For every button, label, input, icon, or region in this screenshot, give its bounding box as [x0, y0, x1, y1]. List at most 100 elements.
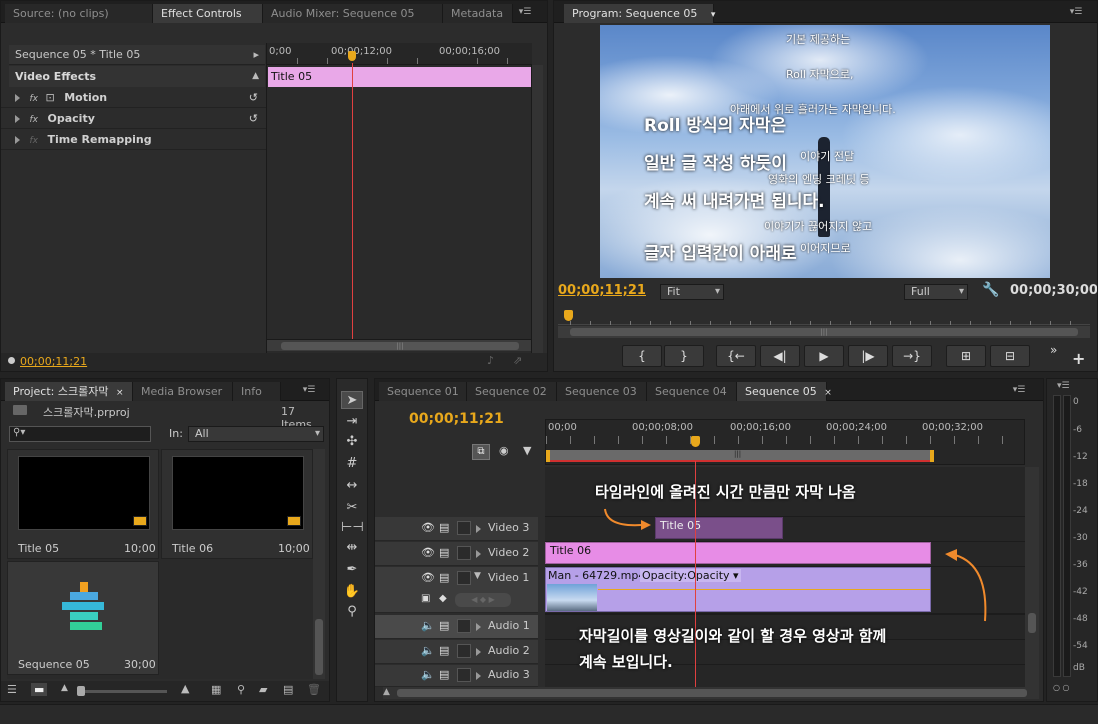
effect-scrollbar[interactable]: ||| [267, 339, 532, 351]
icon-view-icon[interactable]: ▬ [31, 683, 48, 696]
lock-box-icon[interactable] [457, 644, 471, 658]
program-zoom-scroll[interactable]: ||| [558, 326, 1090, 338]
playhead-marker-icon[interactable] [348, 51, 356, 61]
timeline-timecode[interactable]: 00;00;11;21 [409, 411, 504, 427]
tab-program[interactable]: Program: Sequence 05 ▾ [564, 4, 716, 23]
tab-project[interactable]: Project: 스크롤자막 × [5, 382, 133, 401]
speaker-icon[interactable]: 🔈 [421, 644, 435, 657]
tab-source[interactable]: Source: (no clips) [5, 4, 153, 23]
tab-audio-mixer[interactable]: Audio Mixer: Sequence 05 [263, 4, 443, 23]
new-bin-icon[interactable]: ▰ [259, 683, 267, 696]
zoom-in-icon[interactable]: ▲ [181, 682, 189, 695]
tab-metadata[interactable]: Metadata [443, 4, 513, 23]
mark-in-button[interactable]: { [622, 345, 662, 367]
panel-menu-icon[interactable]: ▾☰ [1009, 384, 1029, 396]
step-forward-button[interactable]: |▶ [848, 345, 888, 367]
zoom-out-icon[interactable]: ▲ [61, 683, 68, 693]
zoom-tool-icon[interactable]: ⚲ [341, 603, 363, 621]
step-back-button[interactable]: ◀| [760, 345, 800, 367]
work-area-bar[interactable]: ||| [546, 450, 934, 462]
opacity-rubberband[interactable] [598, 589, 930, 590]
reset-icon[interactable]: ↺ [249, 87, 258, 108]
project-vscroll[interactable] [313, 449, 325, 679]
solo-dots-icon[interactable]: ○ ○ [1053, 683, 1070, 692]
clip-title05[interactable]: Title 05 [655, 517, 783, 539]
keyframe-nav[interactable]: ◀ ◆ ▶ [455, 593, 511, 607]
rate-stretch-tool-icon[interactable]: ↔ [341, 477, 363, 495]
filmstrip-icon[interactable]: ▤ [439, 644, 449, 657]
trash-icon[interactable]: 🗑 [307, 683, 321, 696]
effect-clip-bar[interactable]: Title 05 [268, 67, 531, 87]
mark-out-button[interactable]: } [664, 345, 704, 367]
snap-icon[interactable]: ⧉ [472, 444, 490, 460]
disclosure-triangle-icon[interactable] [15, 115, 20, 123]
lock-box-icon[interactable] [457, 571, 471, 585]
panel-menu-icon[interactable]: ▾☰ [299, 384, 319, 396]
lock-box-icon[interactable] [457, 619, 471, 633]
project-search-input[interactable]: ⚲▾ [9, 426, 151, 442]
tab-media-browser[interactable]: Media Browser [133, 382, 233, 401]
new-item-icon[interactable]: ▤ [283, 683, 293, 696]
program-scrubber[interactable] [558, 307, 1090, 325]
marker-icon[interactable]: ◉ [499, 444, 509, 457]
effect-vscroll[interactable] [531, 65, 543, 353]
play-button[interactable]: ▶ [804, 345, 844, 367]
eye-icon[interactable]: 👁 [421, 521, 435, 534]
add-button-icon[interactable]: + [1072, 349, 1085, 368]
filmstrip-icon[interactable]: ▤ [439, 546, 449, 559]
program-current-timecode[interactable]: 00;00;11;21 [558, 283, 646, 298]
effect-row-time-remapping[interactable]: fx Time Remapping [1, 129, 266, 150]
slide-tool-icon[interactable]: ⇹ [341, 539, 363, 557]
reset-icon[interactable]: ↺ [249, 108, 258, 129]
tab-sequence-03[interactable]: Sequence 03 [557, 382, 647, 401]
go-to-out-button[interactable]: →} [892, 345, 932, 367]
panel-menu-icon[interactable]: ▾☰ [515, 6, 535, 18]
speaker-icon[interactable]: 🔈 [421, 668, 435, 681]
project-item-title05[interactable]: Title 05 10;00 [7, 449, 159, 559]
track-select-tool-icon[interactable]: ⇥ [341, 413, 363, 431]
timeline-ruler[interactable]: 00;00 00;00;08;00 00;00;16;00 00;00;24;0… [545, 419, 1026, 465]
wrench-icon[interactable]: 🔧 [982, 282, 999, 298]
tab-sequence-01[interactable]: Sequence 01 [379, 382, 467, 401]
lock-box-icon[interactable] [457, 668, 471, 682]
filmstrip-icon[interactable]: ▤ [439, 619, 449, 632]
project-item-sequence05[interactable]: Sequence 05 30;00 [7, 561, 159, 675]
rolling-edit-tool-icon[interactable]: # [341, 455, 363, 473]
meter-menu-icon[interactable]: ▾☰ [1057, 381, 1070, 391]
pen-tool-icon[interactable]: ✒ [341, 561, 363, 579]
speaker-icon[interactable]: 🔈 [421, 619, 435, 632]
opacity-dropdown[interactable]: Opacity:Opacity ▾ [640, 569, 741, 582]
lock-box-icon[interactable] [457, 546, 471, 560]
tab-sequence-05[interactable]: Sequence 05 × [737, 382, 832, 401]
dropdown-arrow-icon[interactable]: ▾ [711, 10, 716, 20]
effect-ruler[interactable]: 0;00 00;00;12;00 00;00;16;00 [267, 43, 532, 65]
close-icon[interactable]: × [824, 388, 832, 398]
filmstrip-icon[interactable]: ▤ [439, 668, 449, 681]
timeline-hscroll[interactable]: ▲ [383, 687, 1039, 699]
disclosure-triangle-icon[interactable] [476, 672, 481, 680]
effect-row-motion[interactable]: fx ⊡ Motion ↺ [1, 87, 266, 108]
eye-icon[interactable]: 👁 [421, 546, 435, 559]
list-view-icon[interactable]: ☰ [7, 683, 17, 696]
clip-video-man[interactable]: Man - 64729.mp4 Opacity:Opacity ▾ [545, 567, 931, 612]
automate-icon[interactable]: ▦ [211, 683, 221, 696]
disclosure-triangle-icon[interactable] [15, 94, 20, 102]
ripple-edit-tool-icon[interactable]: ✣ [341, 433, 363, 451]
add-marker-icon[interactable]: ▼ [523, 444, 531, 457]
effect-row-opacity[interactable]: fx Opacity ↺ [1, 108, 266, 129]
disclosure-open-icon[interactable]: ▼ [474, 571, 481, 581]
slip-tool-icon[interactable]: ⊢⊣ [341, 519, 364, 537]
go-to-in-button[interactable]: {← [716, 345, 756, 367]
zoom-out-icon[interactable]: ▲ [383, 687, 390, 697]
lock-box-icon[interactable] [457, 521, 471, 535]
timeline-vscroll[interactable] [1025, 467, 1039, 687]
panel-menu-icon[interactable]: ▾☰ [1066, 6, 1086, 18]
disclosure-triangle-icon[interactable] [476, 550, 481, 558]
filmstrip-icon[interactable]: ▤ [439, 571, 449, 584]
playhead-marker-icon[interactable] [564, 310, 573, 321]
playhead-marker-icon[interactable] [691, 436, 700, 447]
close-icon[interactable]: × [116, 388, 124, 398]
clip-title06[interactable]: Title 06 [545, 542, 931, 564]
quality-dropdown[interactable]: Full [904, 284, 968, 300]
filmstrip-icon[interactable]: ▤ [439, 521, 449, 534]
